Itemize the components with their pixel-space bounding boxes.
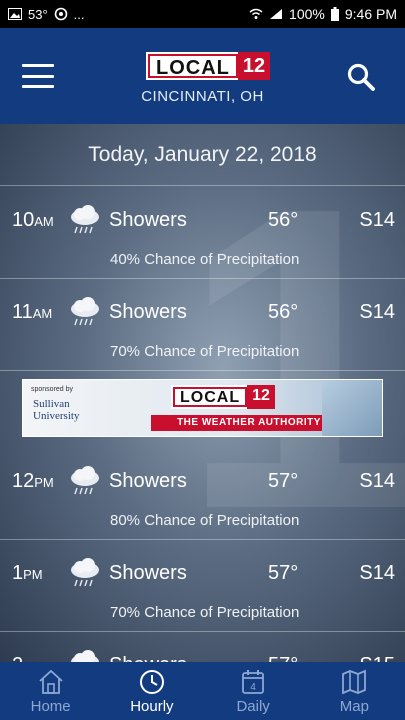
logo-word: LOCAL	[148, 54, 238, 79]
hour-precipitation: 40% Chance of Precipitation	[110, 251, 300, 268]
search-icon[interactable]	[346, 62, 376, 92]
hour-row[interactable]: 11AM Showers 56° S14 70% Chance of Preci…	[0, 279, 405, 371]
hour-condition: Showers	[109, 654, 187, 662]
rain-cloud-icon	[71, 558, 99, 587]
hour-temperature: 57°	[268, 654, 298, 662]
hamburger-menu-icon	[22, 64, 54, 67]
logo-number: 12	[237, 52, 271, 80]
hour-wind: S14	[359, 301, 395, 323]
bottom-navigation: Home Hourly 4 Daily Map	[0, 662, 405, 720]
sync-icon	[54, 7, 67, 21]
clock-icon	[139, 669, 164, 694]
hour-time: 12PM	[12, 470, 54, 492]
nav-daily[interactable]: 4 Daily	[203, 662, 304, 720]
home-icon	[39, 669, 63, 694]
battery-icon	[330, 7, 339, 21]
hour-condition: Showers	[109, 301, 187, 323]
app-header: LOCAL 12 CINCINNATI, OH	[0, 28, 405, 124]
rain-cloud-icon	[71, 466, 99, 495]
ad-radar-map-image	[322, 380, 382, 436]
hour-time: 2PM	[12, 654, 43, 662]
ad-sponsored-by: sponsored by	[31, 386, 74, 393]
hour-temperature: 56°	[268, 301, 299, 323]
status-bar-left: 53° ...	[8, 7, 85, 22]
status-ellipsis: ...	[73, 6, 85, 22]
hour-temperature: 57°	[268, 562, 299, 584]
hour-wind: S15	[359, 654, 395, 662]
hour-temperature: 56°	[268, 209, 299, 231]
nav-home[interactable]: Home	[0, 662, 101, 720]
hour-wind: S14	[359, 470, 395, 492]
brand-logo: LOCAL 12	[146, 52, 271, 80]
hour-precipitation: 70% Chance of Precipitation	[110, 343, 300, 360]
ad-brand-logo: LOCAL 12	[171, 385, 275, 409]
hour-row[interactable]: 10AM Showers 56° S14 40% Chance of Preci…	[0, 187, 405, 279]
hour-time: 11AM	[12, 301, 53, 323]
nav-daily-label: Daily	[236, 697, 270, 715]
status-temp: 53°	[28, 6, 48, 22]
menu-button[interactable]	[22, 64, 54, 88]
city-label: CINCINNATI, OH	[141, 88, 264, 105]
hour-row[interactable]: 2PM Showers 57° S15	[0, 632, 405, 662]
hour-condition: Showers	[109, 470, 187, 492]
hour-time: 10AM	[12, 209, 54, 231]
nav-map-label: Map	[339, 697, 369, 715]
wifi-icon	[249, 8, 263, 19]
image-notification-icon	[8, 8, 22, 20]
nav-home-label: Home	[30, 697, 71, 715]
rain-cloud-icon	[71, 297, 99, 326]
hour-precipitation: 70% Chance of Precipitation	[110, 604, 300, 621]
sponsor-ad-banner[interactable]: sponsored by Sullivan University LOCAL 1…	[22, 379, 383, 437]
signal-icon	[270, 9, 283, 19]
hour-time: 1PM	[12, 562, 43, 584]
status-bar-right: 100% 9:46 PM	[249, 6, 397, 22]
hour-row[interactable]: 1PM Showers 57° S14 70% Chance of Precip…	[0, 540, 405, 632]
map-icon	[342, 669, 367, 694]
nav-hourly[interactable]: Hourly	[101, 662, 202, 720]
rain-cloud-icon	[71, 205, 99, 234]
ad-sponsor-name: Sullivan University	[33, 398, 80, 422]
hourly-forecast-list[interactable]: 12 Today, January 22, 2018 10AM Showers …	[0, 124, 405, 662]
hour-precipitation: 80% Chance of Precipitation	[110, 512, 300, 529]
hour-wind: S14	[359, 209, 395, 231]
status-time: 9:46 PM	[344, 6, 397, 22]
nav-map[interactable]: Map	[304, 662, 405, 720]
svg-text:4: 4	[250, 682, 256, 693]
hour-row[interactable]: 12PM Showers 57° S14 80% Chance of Preci…	[0, 448, 405, 540]
calendar-icon: 4	[242, 669, 265, 694]
hour-condition: Showers	[109, 209, 187, 231]
hour-temperature: 57°	[268, 470, 299, 492]
date-heading: Today, January 22, 2018	[0, 124, 405, 186]
ad-tagline: THE WEATHER AUTHORITY	[151, 415, 347, 431]
battery-percent: 100%	[289, 6, 325, 22]
hour-wind: S14	[359, 562, 395, 584]
rain-cloud-icon	[71, 650, 99, 662]
status-bar: 53° ... 100% 9:46 PM	[0, 0, 405, 28]
hour-condition: Showers	[109, 562, 187, 584]
nav-hourly-label: Hourly	[130, 697, 174, 715]
